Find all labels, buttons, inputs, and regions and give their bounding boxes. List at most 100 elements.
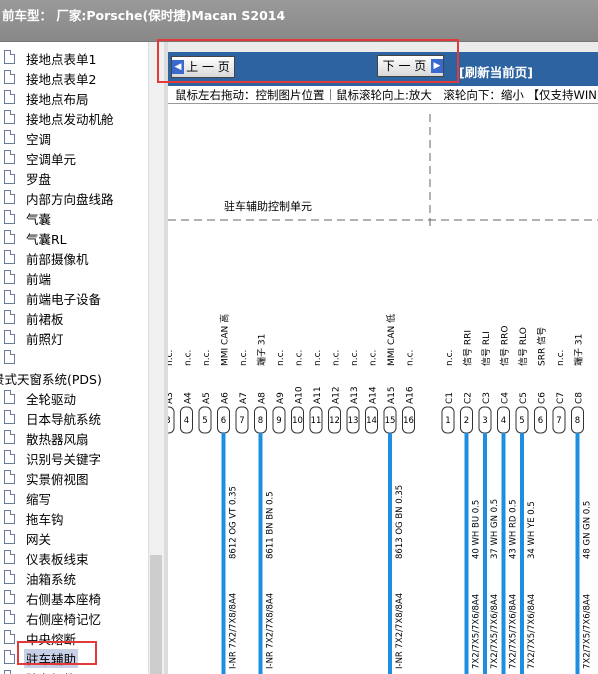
wiring-diagram[interactable]: 驻车辅助控制单元 n.c. A3 3 n.c. A4 4 n.c. A5 5 MMI CAN 高 A6… xyxy=(168,104,598,674)
pin-number: 6 xyxy=(538,416,543,426)
sidebar-item[interactable]: 前端电子设备 xyxy=(0,287,148,307)
document-icon xyxy=(4,570,15,584)
sidebar-item[interactable]: 网关 xyxy=(0,527,148,547)
sidebar-item-label: 缩写 xyxy=(26,492,52,507)
pin-name-label: A16 xyxy=(406,386,416,404)
sidebar-item[interactable]: 景式天窗系统(PDS) xyxy=(0,367,148,387)
sidebar-item[interactable]: 缩写 xyxy=(0,487,148,507)
document-icon xyxy=(4,170,15,184)
pin-signal-label: 信号 RLO xyxy=(517,327,529,366)
refresh-link[interactable]: [刷新当前页] xyxy=(459,62,533,81)
document-icon xyxy=(4,410,15,424)
pin-name-label: C1 xyxy=(445,392,455,404)
sidebar-item[interactable]: 空调单元 xyxy=(0,147,148,167)
sidebar-item-label: 前照灯 xyxy=(26,332,64,347)
document-icon xyxy=(4,150,15,164)
sidebar-item[interactable]: 仪表板线束 xyxy=(0,547,148,567)
pin-signal-label: 端子 31 xyxy=(573,334,585,366)
wire-label: 48 GN GN 0.5 xyxy=(583,501,593,559)
pin-number: 14 xyxy=(366,416,377,426)
sidebar-item[interactable]: 接地点表单1 xyxy=(0,47,148,67)
pin-signal-label: n.c. xyxy=(168,350,175,366)
pin-signal-label: n.c. xyxy=(295,350,305,366)
pin-name-label: A4 xyxy=(184,392,194,404)
sidebar-item[interactable]: 前照灯 xyxy=(0,327,148,347)
pin-name-label: A8 xyxy=(258,392,268,404)
pin-number: 3 xyxy=(168,416,171,426)
sidebar-item[interactable]: 前端 xyxy=(0,267,148,287)
sidebar-item-label: 罗盘 xyxy=(26,172,52,187)
sidebar-item[interactable]: 驻车加热器 xyxy=(0,667,148,674)
sidebar-item[interactable]: 气囊 xyxy=(0,207,148,227)
sidebar-item[interactable]: 内部方向盘线路 xyxy=(0,187,148,207)
wire-label: 37 WH GN 0.5 xyxy=(490,499,500,559)
sidebar-item[interactable]: 气囊RL xyxy=(0,227,148,247)
sidebar-item[interactable]: 拖车钩 xyxy=(0,507,148,527)
pin-number: 8 xyxy=(575,416,580,426)
sidebar-item-label: 前端电子设备 xyxy=(26,292,102,307)
sidebar-item[interactable]: 散热器风扇 xyxy=(0,427,148,447)
sidebar-item[interactable]: 空调 xyxy=(0,127,148,147)
pin-number: 4 xyxy=(501,416,506,426)
document-icon xyxy=(4,450,15,464)
pin-number: 11 xyxy=(311,416,322,426)
sidebar-item[interactable]: 油箱系统 xyxy=(0,567,148,587)
sidebar-item-label: 仪表板线束 xyxy=(26,552,89,567)
sidebar-item-label: 接地点布局 xyxy=(26,92,89,107)
document-icon xyxy=(4,550,15,564)
pin-number: 13 xyxy=(348,416,359,426)
sidebar-item-label: 接地点表单2 xyxy=(26,72,97,87)
sidebar-item[interactable]: 全轮驱动 xyxy=(0,387,148,407)
wire-label: 40 WH BU 0.5 xyxy=(472,500,482,559)
pin-name-label: C4 xyxy=(501,392,511,404)
sidebar-item-label: 内部方向盘线路 xyxy=(26,192,114,207)
sidebar-item-label: 前裙板 xyxy=(26,312,64,327)
document-icon xyxy=(4,110,15,124)
sidebar-item[interactable]: 罗盘 xyxy=(0,167,148,187)
sidebar-item[interactable]: 实景俯视图 xyxy=(0,467,148,487)
pin-number: 6 xyxy=(221,416,226,426)
pin-number: 4 xyxy=(184,416,189,426)
sidebar-item[interactable]: 右侧座椅记忆 xyxy=(0,607,148,627)
pin-name-label: A10 xyxy=(295,386,305,404)
document-icon xyxy=(4,350,15,364)
sidebar-item[interactable]: 日本导航系统 xyxy=(0,407,148,427)
sidebar-scroll-thumb[interactable] xyxy=(150,555,162,674)
pin-name-label: C3 xyxy=(482,392,492,404)
sidebar-item-label: 实景俯视图 xyxy=(26,472,89,487)
title-bar: 前车型： 厂家:Porsche(保时捷)Macan S2014 xyxy=(0,0,598,42)
sidebar-item[interactable] xyxy=(0,347,148,367)
pin-signal-label: n.c. xyxy=(369,350,379,366)
pin-name-label: A6 xyxy=(221,392,231,404)
document-icon xyxy=(4,330,15,344)
pin-number: 3 xyxy=(482,416,487,426)
sidebar-item[interactable]: 接地点发动机舱 xyxy=(0,107,148,127)
highlight-box-selected xyxy=(17,641,97,665)
document-icon xyxy=(4,650,15,664)
pin-name-label: A3 xyxy=(168,392,175,404)
document-icon xyxy=(4,310,15,324)
sidebar-item[interactable]: 接地点布局 xyxy=(0,87,148,107)
sidebar-item[interactable]: 前裙板 xyxy=(0,307,148,327)
pin-name-label: A9 xyxy=(276,392,286,404)
sidebar-item[interactable]: 识别号关键字 xyxy=(0,447,148,467)
sidebar-item[interactable]: 前部摄像机 xyxy=(0,247,148,267)
harness-label: 7X2/7X5/7X6/8A4 xyxy=(472,594,482,669)
sidebar-item[interactable]: 接地点表单2 xyxy=(0,67,148,87)
pin-number: 16 xyxy=(403,416,414,426)
document-icon xyxy=(4,670,15,674)
sidebar-item-label: 网关 xyxy=(26,532,52,547)
sidebar-item-label: 空调 xyxy=(26,132,52,147)
sidebar-tree[interactable]: 接地点表单1 接地点表单2 接地点布局 接地点发动机舱 空调 空调单元 罗盘 内部方向盘线路气… xyxy=(0,42,164,674)
pin-signal-label: n.c. xyxy=(202,350,212,366)
sidebar-item[interactable]: 右侧基本座椅 xyxy=(0,587,148,607)
sidebar-item-label: 散热器风扇 xyxy=(26,432,89,447)
document-icon xyxy=(4,90,15,104)
wire-label: 8613 OG BN 0.35 xyxy=(395,485,405,559)
pin-number: 8 xyxy=(258,416,263,426)
usage-hint: 鼠标左右拖动：控制图片位置｜鼠标滚轮向上:放大 滚轮向下：缩小 【仅支持WIN xyxy=(168,86,598,104)
harness-label: 7X2/7X5/7X6/8A4 xyxy=(583,594,593,669)
harness-label: 7X2/7X5/7X6/8A4 xyxy=(527,594,537,669)
sidebar-item-label: 右侧座椅记忆 xyxy=(26,612,102,627)
sidebar-item-label: 识别号关键字 xyxy=(26,452,102,467)
